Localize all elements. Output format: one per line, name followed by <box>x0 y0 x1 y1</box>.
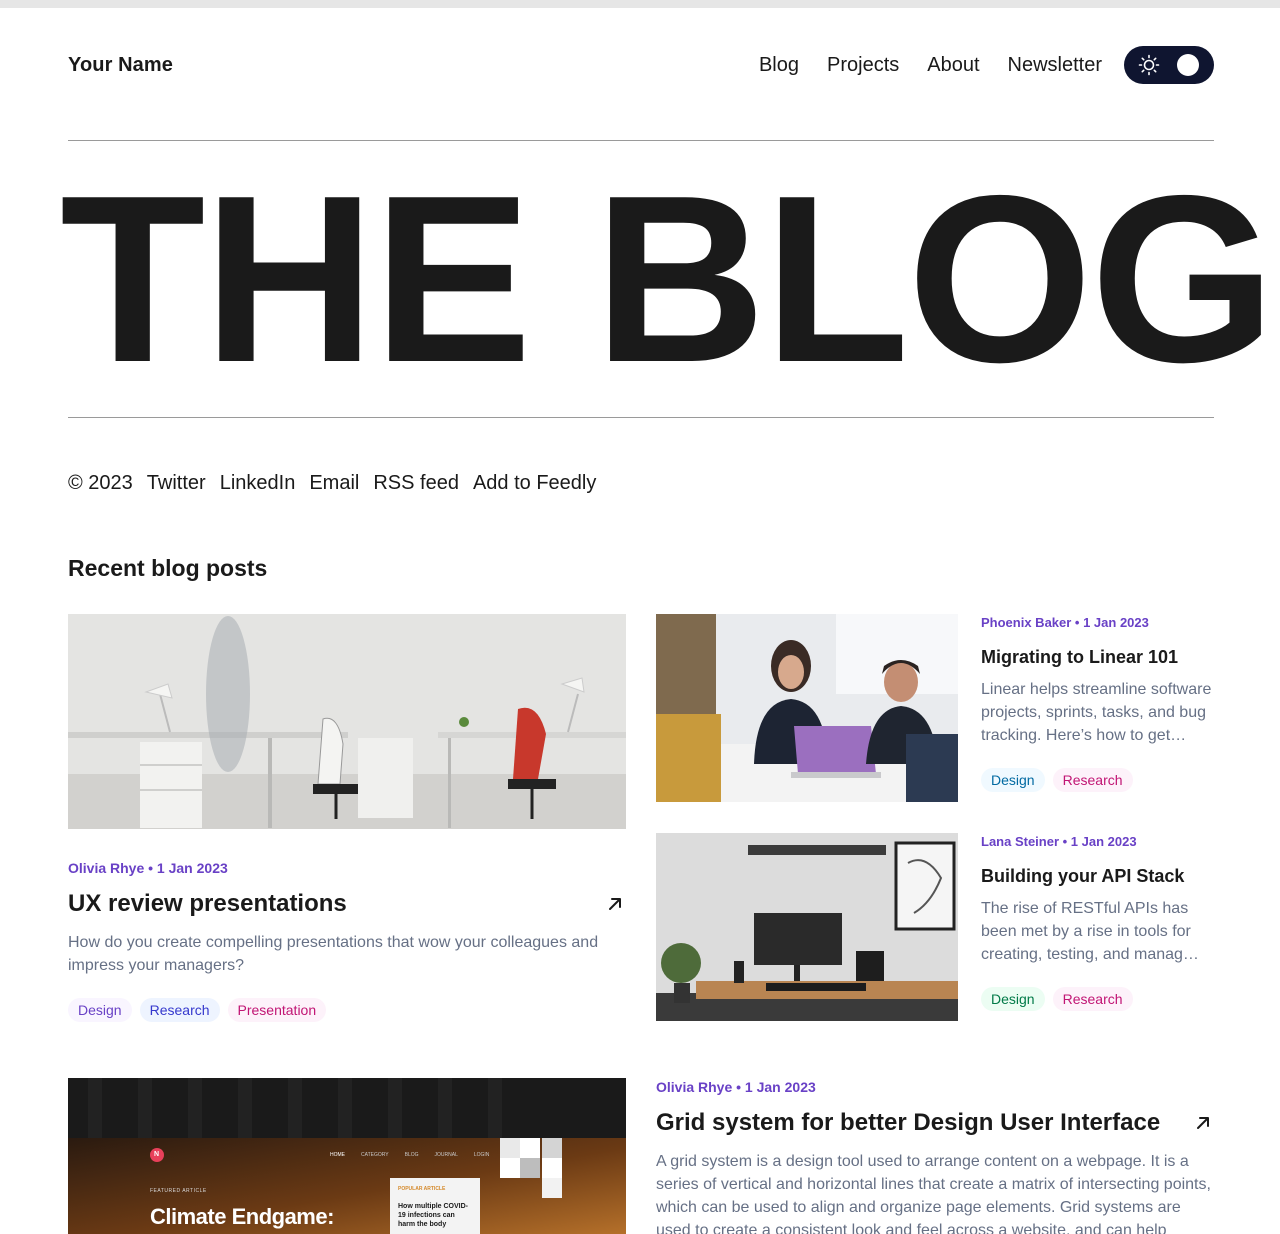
mockup-nav: HOME CATEGORY BLOG JOURNAL LOGIN <box>330 1152 489 1158</box>
site-header: Your Name Blog Projects About Newsletter <box>68 46 1214 84</box>
mockup-nav-item: JOURNAL <box>434 1152 458 1158</box>
mockup-nav-item: HOME <box>330 1152 345 1158</box>
mockup-featured-label: FEATURED ARTICLE <box>150 1188 207 1194</box>
post-meta: Olivia Rhye • 1 Jan 2023 <box>68 860 228 876</box>
post-title[interactable]: Migrating to Linear 101 <box>981 647 1178 668</box>
social-links: © 2023 Twitter LinkedIn Email RSS feed A… <box>68 472 610 495</box>
mockup-nav-item: LOGIN <box>473 1152 490 1158</box>
main-nav: Blog Projects About Newsletter <box>759 46 1214 84</box>
tag-design[interactable]: Design <box>68 998 132 1022</box>
sun-icon <box>1138 54 1160 76</box>
divider-bottom <box>68 417 1214 418</box>
toggle-knob <box>1177 54 1199 76</box>
mockup-nav-item: CATEGORY <box>361 1152 389 1158</box>
arrow-up-right-icon[interactable] <box>1194 1114 1212 1132</box>
link-rss[interactable]: RSS feed <box>373 472 459 495</box>
nav-newsletter[interactable]: Newsletter <box>1008 54 1102 77</box>
post-excerpt: The rise of RESTful APIs has been met by… <box>981 900 1199 963</box>
post-image-desk[interactable] <box>656 833 958 1021</box>
nav-projects[interactable]: Projects <box>827 54 899 77</box>
post-meta: Olivia Rhye • 1 Jan 2023 <box>656 1079 816 1095</box>
logo-mark: N <box>154 1151 160 1158</box>
mockup-heading: Climate Endgame: <box>150 1204 334 1229</box>
post-title[interactable]: Grid system for better Design User Inter… <box>656 1109 1160 1137</box>
post-excerpt: How do you create compelling presentatio… <box>68 934 599 974</box>
copyright: © 2023 <box>68 472 133 494</box>
post-meta: Lana Steiner • 1 Jan 2023 <box>981 834 1137 849</box>
post-meta: Phoenix Baker • 1 Jan 2023 <box>981 615 1149 630</box>
mockup-popular-label: POPULAR ARTICLE <box>398 1186 446 1192</box>
tag-presentation[interactable]: Presentation <box>227 998 327 1022</box>
post-title[interactable]: UX review presentations <box>68 890 347 918</box>
mockup-card-text: How multiple COVID-19 infections can har… <box>398 1203 468 1228</box>
link-feedly[interactable]: Add to Feedly <box>473 472 596 495</box>
section-title: Recent blog posts <box>68 555 268 581</box>
post-image-meeting[interactable] <box>656 614 958 802</box>
tag-research[interactable]: Research <box>1052 987 1133 1011</box>
tag-research[interactable]: Research <box>1052 768 1133 792</box>
post-tags: Design Research Presentation <box>68 998 334 1022</box>
tag-design[interactable]: Design <box>981 768 1045 792</box>
post-tags: Design Research <box>981 987 1141 1011</box>
post-title[interactable]: Building your API Stack <box>981 866 1184 887</box>
site-brand[interactable]: Your Name <box>68 54 173 77</box>
hero-title: THE BLOG <box>60 147 1276 412</box>
nav-about[interactable]: About <box>927 54 979 77</box>
tag-design[interactable]: Design <box>981 987 1045 1011</box>
link-twitter[interactable]: Twitter <box>147 472 206 495</box>
arrow-up-right-icon[interactable] <box>606 895 624 913</box>
nav-blog[interactable]: Blog <box>759 54 799 77</box>
post-image-website[interactable]: N HOME CATEGORY BLOG JOURNAL LOGIN FEATU… <box>68 1078 626 1234</box>
mockup-nav-item: BLOG <box>404 1152 419 1158</box>
theme-toggle[interactable] <box>1124 46 1214 84</box>
divider-top <box>68 140 1214 141</box>
browser-top-strip <box>0 0 1280 8</box>
link-email[interactable]: Email <box>309 472 359 495</box>
post-image-office[interactable] <box>68 614 626 829</box>
link-linkedin[interactable]: LinkedIn <box>220 472 296 495</box>
post-tags: Design Research <box>981 768 1141 792</box>
tag-research[interactable]: Research <box>139 998 220 1022</box>
post-excerpt: A grid system is a design tool used to a… <box>656 1153 1211 1234</box>
post-excerpt: Linear helps streamline software project… <box>981 681 1212 744</box>
